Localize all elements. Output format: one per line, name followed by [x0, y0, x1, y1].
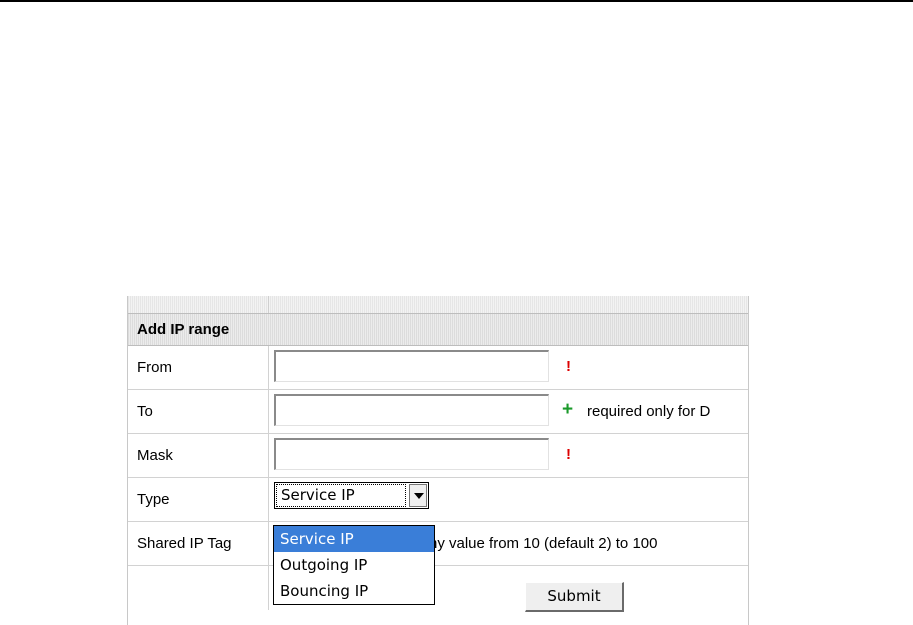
- shared-ip-tag-row: Shared IP Tag ny value from 10 (default …: [128, 522, 748, 566]
- type-select-value: Service IP: [276, 484, 406, 507]
- form-header: Add IP range: [128, 313, 748, 346]
- panel-top-strip: [128, 296, 748, 313]
- to-note: required only for D: [587, 403, 711, 420]
- chevron-down-icon[interactable]: [409, 484, 427, 507]
- required-marker: !: [566, 358, 571, 375]
- from-label: From: [137, 359, 172, 376]
- top-rule: [0, 0, 913, 2]
- type-option-outgoing-ip[interactable]: Outgoing IP: [274, 552, 434, 578]
- to-input[interactable]: [274, 394, 549, 426]
- from-input[interactable]: [274, 350, 549, 382]
- type-select[interactable]: Service IP: [274, 482, 429, 509]
- type-row: Type Service IP: [128, 478, 748, 522]
- optional-plus-icon: +: [562, 399, 574, 420]
- add-ip-range-form: Add IP range From ! To + required only f…: [127, 296, 749, 625]
- to-row: To + required only for D: [128, 390, 748, 434]
- mask-row: Mask !: [128, 434, 748, 478]
- submit-button[interactable]: Submit: [525, 582, 624, 612]
- required-marker: !: [566, 446, 571, 463]
- mask-input[interactable]: [274, 438, 549, 470]
- form-title: Add IP range: [137, 321, 230, 338]
- shared-ip-tag-note: ny value from 10 (default 2) to 100: [429, 535, 658, 552]
- type-label: Type: [137, 491, 170, 508]
- type-option-service-ip[interactable]: Service IP: [274, 526, 434, 552]
- type-option-bouncing-ip[interactable]: Bouncing IP: [274, 578, 434, 604]
- from-row: From !: [128, 346, 748, 390]
- mask-label: Mask: [137, 447, 173, 464]
- to-label: To: [137, 403, 153, 420]
- type-dropdown-list: Service IP Outgoing IP Bouncing IP: [273, 525, 435, 605]
- submit-row: Submit: [128, 566, 748, 612]
- shared-ip-tag-label: Shared IP Tag: [137, 535, 232, 552]
